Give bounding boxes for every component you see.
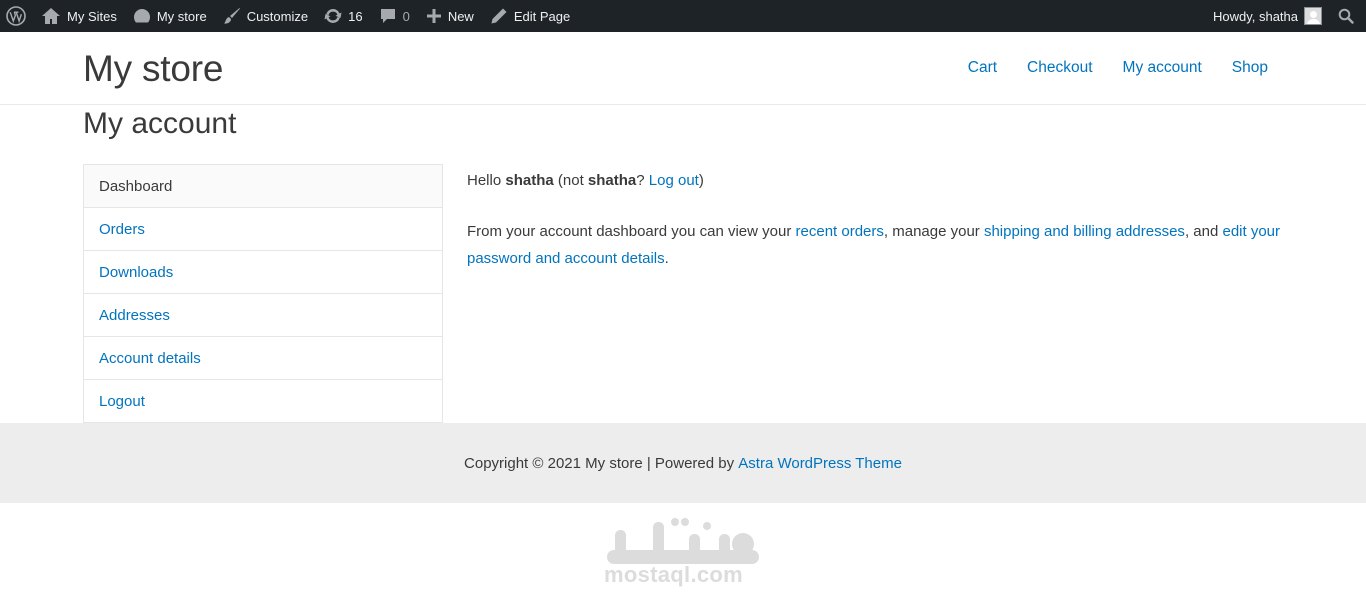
- dashboard-text-2: , manage your: [883, 223, 980, 240]
- account-nav-logout[interactable]: Logout: [84, 380, 442, 423]
- plus-icon: [426, 9, 441, 23]
- updates-icon: [324, 8, 342, 24]
- pencil-icon: [491, 8, 507, 24]
- site-footer: Copyright © 2021 My store | Powered by A…: [0, 423, 1366, 503]
- account-nav-orders[interactable]: Orders: [84, 208, 442, 251]
- dashboard-text-4: .: [664, 250, 669, 267]
- admin-bar-left: My Sites My store Customize 16 0 New Edi…: [0, 0, 578, 32]
- new-label: New: [447, 8, 474, 24]
- edit-page-link[interactable]: Edit Page: [482, 0, 578, 32]
- site-name-menu[interactable]: My store: [125, 0, 215, 32]
- my-sites-menu[interactable]: My Sites: [33, 0, 125, 32]
- hello-text: Hello: [467, 172, 502, 189]
- updates-link[interactable]: 16: [316, 0, 370, 32]
- my-sites-icon: [42, 8, 60, 24]
- dashboard-text-3: , and: [1184, 223, 1219, 240]
- recent-orders-link[interactable]: recent orders: [796, 223, 884, 240]
- theme-link[interactable]: Astra WordPress Theme: [738, 455, 902, 472]
- customize-label: Customize: [246, 8, 309, 24]
- not-suffix-text: ?: [636, 172, 645, 189]
- site-title-link[interactable]: My store: [83, 48, 223, 90]
- watermark-text: mostaql.com: [604, 562, 743, 587]
- nav-my-account[interactable]: My account: [1123, 59, 1202, 77]
- logout-link[interactable]: Log out: [649, 172, 699, 189]
- account-nav-account-details[interactable]: Account details: [84, 337, 442, 380]
- dashboard-text-1: From your account dashboard you can view…: [467, 223, 792, 240]
- dashboard-description: From your account dashboard you can view…: [467, 218, 1297, 272]
- addresses-link[interactable]: shipping and billing addresses: [984, 223, 1185, 240]
- wordpress-icon: [6, 6, 26, 26]
- username-text: shatha: [505, 172, 554, 189]
- edit-page-label: Edit Page: [513, 8, 571, 24]
- my-account-menu[interactable]: Howdy, shatha: [1205, 0, 1328, 32]
- paintbrush-icon: [223, 8, 240, 24]
- close-paren-text: ): [698, 172, 704, 189]
- wordpress-menu[interactable]: [0, 0, 33, 32]
- site-name-label: My store: [156, 8, 207, 24]
- dashboard-gauge-icon: [133, 9, 150, 23]
- admin-search-button[interactable]: [1328, 0, 1366, 32]
- greeting-paragraph: Hello shatha (not shatha? Log out): [467, 167, 1297, 194]
- account-content: Hello shatha (not shatha? Log out) From …: [467, 167, 1297, 296]
- comments-count: 0: [402, 8, 410, 24]
- updates-count: 16: [348, 8, 363, 24]
- comments-link[interactable]: 0: [371, 0, 418, 32]
- account-nav-downloads[interactable]: Downloads: [84, 251, 442, 294]
- account-navigation: Dashboard Orders Downloads Addresses Acc…: [83, 164, 443, 423]
- avatar: [1304, 7, 1322, 25]
- search-icon: [1338, 8, 1354, 24]
- nav-cart[interactable]: Cart: [968, 59, 997, 77]
- nav-checkout[interactable]: Checkout: [1027, 59, 1092, 77]
- comment-icon: [380, 9, 395, 23]
- nav-shop[interactable]: Shop: [1232, 59, 1268, 77]
- page-title: My account: [83, 107, 237, 140]
- site-header: My store Cart Checkout My account Shop: [0, 32, 1366, 105]
- admin-bar-right: Howdy, shatha: [1205, 0, 1366, 32]
- not-username-text: shatha: [587, 172, 637, 189]
- new-content-menu[interactable]: New: [418, 0, 482, 32]
- my-sites-label: My Sites: [67, 8, 117, 24]
- customize-link[interactable]: Customize: [215, 0, 316, 32]
- account-nav-dashboard[interactable]: Dashboard: [84, 165, 442, 208]
- account-nav-addresses[interactable]: Addresses: [84, 294, 442, 337]
- admin-bar: My Sites My store Customize 16 0 New Edi…: [0, 0, 1366, 32]
- not-prefix-text: (not: [557, 172, 584, 189]
- copyright-text: Copyright © 2021 My store | Powered by: [464, 454, 735, 472]
- howdy-label: Howdy, shatha: [1212, 8, 1298, 24]
- primary-navigation: Cart Checkout My account Shop: [968, 59, 1268, 77]
